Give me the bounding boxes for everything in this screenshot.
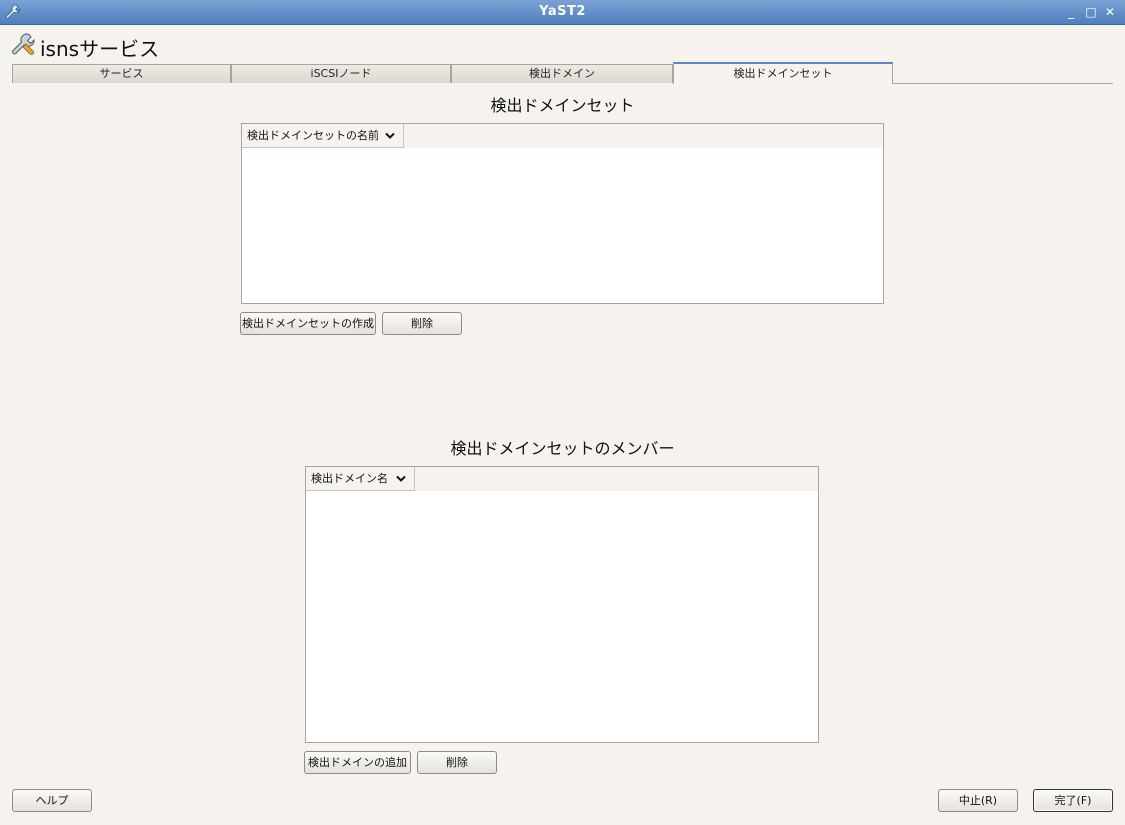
column-header-domain-name[interactable]: 検出ドメイン名 — [306, 467, 415, 491]
tab-iscsi-nodes[interactable]: iSCSIノード — [231, 64, 451, 83]
page-title: isnsサービス — [40, 37, 160, 61]
add-domain-button[interactable]: 検出ドメインの追加 — [304, 751, 411, 774]
create-domain-set-button[interactable]: 検出ドメインセットの作成 — [240, 312, 376, 335]
domain-sets-table[interactable]: 検出ドメインセットの名前 — [241, 123, 884, 304]
chevron-down-icon — [396, 475, 406, 482]
help-button[interactable]: ヘルプ — [12, 789, 92, 812]
close-button[interactable]: ✕ — [1103, 5, 1117, 19]
tab-discovery-domains[interactable]: 検出ドメイン — [451, 64, 673, 83]
tab-service[interactable]: サービス — [12, 64, 231, 83]
window-titlebar: YaST2 _ □ ✕ — [0, 0, 1125, 25]
wrench-icon — [12, 33, 35, 55]
column-header-set-name[interactable]: 検出ドメインセットの名前 — [242, 124, 404, 148]
chevron-down-icon — [385, 132, 395, 139]
delete-domain-set-button[interactable]: 削除 — [382, 312, 462, 335]
members-heading: 検出ドメインセットのメンバー — [450, 439, 675, 458]
finish-button[interactable]: 完了(F) — [1033, 789, 1113, 812]
minimize-button[interactable]: _ — [1064, 5, 1078, 19]
tab-bar: サービス iSCSIノード 検出ドメイン 検出ドメインセット — [12, 62, 1113, 84]
cancel-button[interactable]: 中止(R) — [938, 789, 1018, 812]
domain-sets-heading: 検出ドメインセット — [490, 96, 635, 115]
maximize-button[interactable]: □ — [1084, 5, 1098, 19]
column-header-label: 検出ドメイン名 — [311, 472, 388, 485]
tab-divider — [893, 83, 1113, 84]
tab-discovery-domain-sets[interactable]: 検出ドメインセット — [673, 62, 893, 84]
window-title: YaST2 — [539, 4, 586, 19]
members-table[interactable]: 検出ドメイン名 — [305, 466, 819, 743]
delete-member-button[interactable]: 削除 — [417, 751, 497, 774]
column-header-label: 検出ドメインセットの名前 — [247, 129, 379, 142]
